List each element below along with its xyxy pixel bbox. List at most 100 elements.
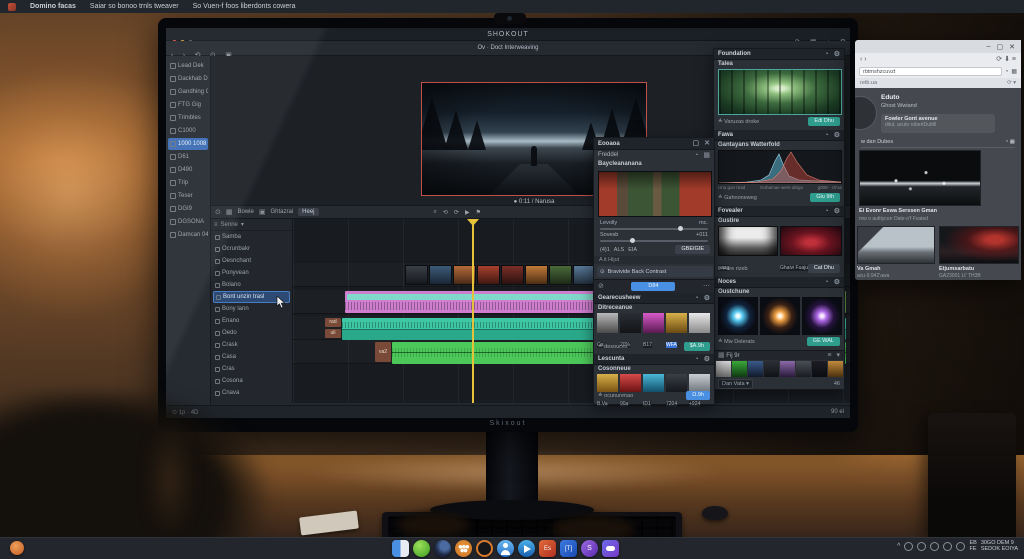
dock-chat-icon[interactable]: S [581, 540, 598, 557]
clock-icon[interactable]: ◔ [694, 356, 698, 363]
dock-games-icon[interactable] [602, 540, 619, 557]
sidebar-item[interactable]: Gandhing Camp [168, 86, 208, 98]
menubar-app-menu[interactable]: Domino facas [30, 3, 76, 10]
refresh-icon[interactable]: ⟳ [1007, 80, 1012, 86]
panel-action-button[interactable]: Glu 9th [810, 193, 840, 202]
inspector-primary-button[interactable]: D84 [631, 282, 676, 291]
panel-action-button[interactable]: Cat Dhu [807, 264, 840, 273]
sidebar-item[interactable]: Dackhab DOSO [168, 73, 208, 85]
apply-button[interactable]: GBEIGIE [675, 245, 710, 254]
dock-share-icon[interactable] [518, 540, 535, 557]
forward-icon[interactable]: › [864, 56, 866, 63]
preset-action-button[interactable]: $A.9h [683, 342, 710, 351]
search-icon[interactable]: ⌕ [434, 209, 437, 216]
dock-contacts-icon[interactable] [497, 540, 514, 557]
track-row[interactable]: Crask [213, 339, 290, 351]
gear-icon[interactable]: ⚙ [834, 279, 840, 286]
track-row[interactable]: Ponyvean [213, 267, 290, 279]
dock-dark-browser-icon[interactable] [434, 540, 451, 557]
effect-orb-purple[interactable] [802, 297, 842, 335]
timeline-mode-button[interactable]: Heej [298, 208, 319, 216]
menubar-item[interactable]: Saiar so bonoo trnls tweaver [90, 3, 179, 10]
gear-icon[interactable]: ⚙ [834, 132, 840, 139]
list-icon[interactable]: ≡ [827, 352, 831, 359]
timeline-label[interactable]: Ghtazrai [270, 209, 293, 215]
chevron-down-icon[interactable]: ▾ [1013, 80, 1016, 86]
inspector-section[interactable]: Freddel [598, 152, 618, 158]
sidebar-item[interactable]: FTG Gig [168, 99, 208, 111]
adjust-icon[interactable]: ⊘ [598, 283, 604, 290]
tray-icon[interactable] [930, 541, 940, 551]
close-icon[interactable]: ✕ [704, 140, 710, 147]
camera-icon[interactable]: ▣ [259, 209, 266, 216]
track-row[interactable]: Bolano [213, 279, 290, 291]
refresh-icon[interactable]: ⟳ [454, 209, 459, 216]
clock-icon[interactable]: ◔ [1005, 139, 1008, 145]
preset-action-button[interactable]: Ω.9h [686, 391, 710, 400]
notification-card[interactable]: Fowler Gont avenue dilut, acuto robertDu… [881, 114, 995, 133]
sidebar-item[interactable]: Teser [168, 190, 208, 202]
back-icon[interactable]: ‹ [860, 56, 862, 63]
dock-terminal-icon[interactable]: [T] [560, 540, 577, 557]
dock-camera-icon[interactable] [476, 540, 493, 557]
strip-select[interactable]: Dan Vata ▾ [718, 379, 753, 389]
slider[interactable] [600, 226, 708, 231]
grid-icon[interactable]: ▦ [1010, 139, 1015, 145]
effect-orb-blue[interactable] [718, 297, 758, 335]
tray-icon[interactable] [917, 541, 927, 551]
effect-orb-orange[interactable] [760, 297, 800, 335]
grid-icon[interactable]: ▦ [718, 352, 725, 359]
clock-icon[interactable]: ◔ [1005, 69, 1009, 75]
minimize-icon[interactable]: – [987, 43, 991, 50]
track-row[interactable]: Oedo [213, 327, 290, 339]
media-strip[interactable] [716, 361, 843, 377]
sidebar-item[interactable]: C1000 [168, 125, 208, 137]
grid-icon[interactable]: ▦ [703, 152, 710, 159]
sidebar-item[interactable]: Damcan 0490 [168, 229, 208, 241]
list-icon[interactable]: ≡ [214, 222, 218, 228]
track-row[interactable]: Samba [213, 231, 290, 243]
dock-files-icon[interactable] [392, 540, 409, 557]
thumb-title[interactable]: Va Gmah [857, 266, 881, 272]
download-icon[interactable]: ⬇ [1004, 56, 1010, 63]
grid-icon[interactable]: ▦ [226, 209, 233, 216]
sidebar-item[interactable]: DGSONA [168, 216, 208, 228]
sidebar-item[interactable]: Trimbles [168, 112, 208, 124]
foundation-preview[interactable] [718, 69, 842, 115]
target-icon[interactable]: ⊙ [215, 209, 221, 216]
gear-icon[interactable]: ⚙ [834, 51, 840, 58]
track-row[interactable]: Enano [213, 315, 290, 327]
sidebar-item[interactable]: D61 [168, 151, 208, 163]
maximize-icon[interactable]: ▢ [693, 140, 700, 147]
sidebar-toggle-icon[interactable]: ▦ [1011, 68, 1017, 75]
video-thumbnail-small[interactable] [939, 226, 1019, 264]
close-icon[interactable]: ✕ [1009, 43, 1015, 51]
track-row[interactable]: Cras [213, 363, 290, 375]
playhead[interactable] [472, 221, 474, 403]
tray-clock[interactable]: 30GO DEM 9 SEDOK EOIYA [981, 540, 1018, 552]
dock-launchpad-icon[interactable] [455, 540, 472, 557]
track-row[interactable]: Casa [213, 351, 290, 363]
tray-icon[interactable] [956, 541, 966, 551]
address-bar[interactable]: rbtmshzcuvzt [859, 67, 1002, 76]
tray-icon[interactable] [943, 541, 953, 551]
bookmark-label[interactable]: retb.ua [860, 80, 877, 86]
tab-label[interactable]: w dan Dubes [861, 139, 893, 145]
sidebar-item[interactable]: Trip [168, 177, 208, 189]
os-logo-icon[interactable] [8, 2, 16, 11]
gear-icon[interactable]: ⚙ [704, 356, 710, 363]
chevron-down-icon[interactable]: ▾ [836, 352, 840, 359]
sidebar-item[interactable]: DGI9 [168, 203, 208, 215]
dock-launcher-icon[interactable] [10, 541, 24, 555]
track-row[interactable]: Cosona [213, 375, 290, 387]
undo-icon[interactable]: ⟲ [443, 209, 448, 216]
tray-expand-icon[interactable]: ^ [897, 543, 900, 550]
gear-icon[interactable]: ⚙ [704, 295, 710, 302]
more-icon[interactable]: ⋯ [703, 283, 710, 290]
inspector-thumbnail[interactable] [598, 171, 712, 217]
track-row[interactable]: Ocrunbakr [213, 243, 290, 255]
video-title[interactable]: Ei Evonr Eswa Serssen Gman [859, 208, 937, 214]
channel-name[interactable]: Eduto [881, 94, 899, 101]
sidebar-item[interactable]: Lead Dek [168, 60, 208, 72]
video-thumbnail-small[interactable] [857, 226, 935, 264]
